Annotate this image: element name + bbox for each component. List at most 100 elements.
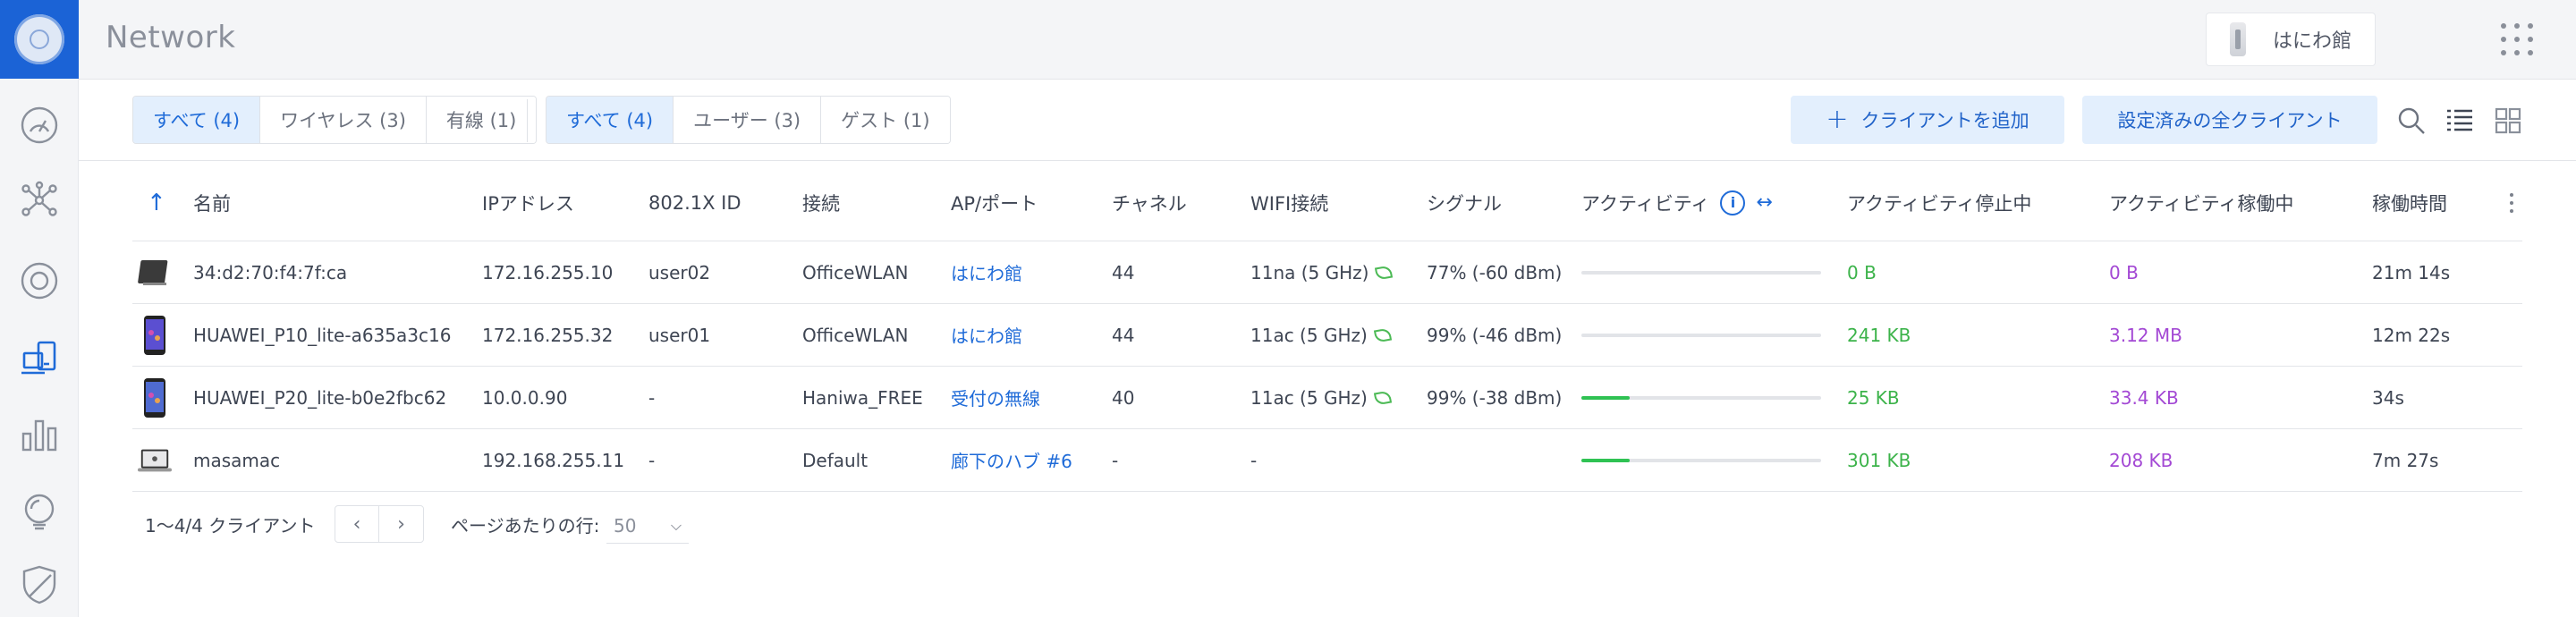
- column-options-icon[interactable]: [2510, 161, 2513, 241]
- column-header-ap-port[interactable]: AP/ポート: [951, 161, 1038, 241]
- client-channel: 44: [1112, 261, 1135, 283]
- dashboard-icon[interactable]: [16, 102, 63, 148]
- client-ip: 172.16.255.32: [482, 324, 614, 346]
- client-uptime: 12m 22s: [2372, 324, 2451, 346]
- column-header-network[interactable]: 接続: [802, 161, 840, 241]
- apps-grid-icon[interactable]: [2501, 23, 2533, 55]
- activity-up-value: 208 KB: [2109, 449, 2174, 471]
- column-header-channel[interactable]: チャネル: [1112, 161, 1187, 241]
- column-header-activity[interactable]: アクティビティ i ↔: [1581, 161, 1773, 241]
- client-ip: 192.168.255.11: [482, 449, 625, 471]
- client-uptime: 7m 27s: [2372, 449, 2439, 471]
- client-ap-link[interactable]: はにわ館: [951, 241, 1022, 303]
- client-network: OfficeWLAN: [802, 324, 909, 346]
- leaf-icon: [1375, 265, 1394, 280]
- insights-icon[interactable]: [16, 488, 63, 535]
- sidebar: [0, 0, 79, 617]
- configured-clients-button[interactable]: 設定済みの全クライアント: [2082, 96, 2377, 144]
- column-header-activity-down[interactable]: アクティビティ停止中: [1847, 161, 2031, 241]
- app-logo[interactable]: [0, 0, 79, 79]
- info-icon[interactable]: i: [1720, 190, 1746, 216]
- add-client-button[interactable]: + クライアントを追加: [1791, 96, 2064, 144]
- client-8021x-id: -: [648, 386, 656, 409]
- leaf-icon: [1373, 390, 1392, 405]
- table-row[interactable]: HUAWEI_P20_lite-b0e2fbc62 10.0.0.90 - Ha…: [132, 367, 2522, 429]
- client-ip: 172.16.255.10: [482, 261, 614, 283]
- client-8021x-id: user01: [648, 324, 711, 346]
- client-name[interactable]: HUAWEI_P10_lite-a635a3c16: [193, 304, 451, 366]
- top-header: Network はにわ館: [79, 0, 2576, 80]
- devices-icon[interactable]: [16, 258, 63, 304]
- filter-wired[interactable]: 有線 (1): [426, 97, 537, 143]
- rows-per-page-label: ページあたりの行:: [451, 515, 600, 537]
- activity-down-value: 241 KB: [1847, 324, 1911, 346]
- column-header-uptime[interactable]: 稼働時間: [2372, 161, 2447, 241]
- search-icon[interactable]: [2397, 106, 2426, 135]
- client-name[interactable]: 34:d2:70:f4:7f:ca: [193, 241, 347, 303]
- client-network: Haniwa_FREE: [802, 386, 923, 409]
- client-wifi: 11ac (5 GHz): [1250, 367, 1392, 428]
- clients-table: ↑ 名前 IPアドレス 802.1X ID 接続 AP/ポート チャネル WIF…: [132, 161, 2522, 492]
- table-row[interactable]: HUAWEI_P10_lite-a635a3c16 172.16.255.32 …: [132, 304, 2522, 367]
- list-view-icon[interactable]: [2445, 106, 2474, 135]
- column-header-wifi[interactable]: WIFI接続: [1250, 161, 1328, 241]
- table-header-row: ↑ 名前 IPアドレス 802.1X ID 接続 AP/ポート チャネル WIF…: [132, 161, 2522, 241]
- clients-icon[interactable]: [16, 334, 63, 381]
- rows-per-page-value: 50: [614, 514, 637, 537]
- chevron-down-icon: ⌵: [670, 516, 682, 534]
- connection-filter: すべて (4) ワイヤレス (3) 有線 (1): [132, 96, 538, 144]
- client-channel: 40: [1112, 386, 1135, 409]
- client-name[interactable]: HUAWEI_P20_lite-b0e2fbc62: [193, 367, 446, 428]
- next-page-button[interactable]: ›: [379, 506, 423, 542]
- column-header-ip[interactable]: IPアドレス: [482, 161, 574, 241]
- wifi-label: 11ac (5 GHz): [1250, 386, 1368, 409]
- client-channel: 44: [1112, 324, 1135, 346]
- sort-arrow-icon[interactable]: ↑: [147, 161, 166, 241]
- site-selector[interactable]: はにわ館: [2206, 13, 2376, 66]
- filter-divider: [527, 99, 528, 142]
- filter-wireless[interactable]: ワイヤレス (3): [260, 97, 427, 143]
- site-name: はにわ館: [2273, 30, 2352, 53]
- client-ap-link[interactable]: 廊下のハブ #6: [951, 429, 1072, 491]
- column-header-signal[interactable]: シグナル: [1427, 161, 1502, 241]
- client-wifi: 11na (5 GHz): [1250, 241, 1394, 303]
- user-type-filter: すべて (4) ユーザー (3) ゲスト (1): [546, 96, 951, 144]
- client-network: Default: [802, 449, 869, 471]
- client-wifi: -: [1250, 449, 1258, 471]
- filter-all-connections[interactable]: すべて (4): [133, 97, 261, 143]
- client-network: OfficeWLAN: [802, 261, 909, 283]
- pagination: ‹ ›: [335, 505, 424, 543]
- statistics-icon[interactable]: [16, 411, 63, 458]
- column-header-8021x[interactable]: 802.1X ID: [648, 161, 741, 241]
- prev-page-button[interactable]: ‹: [335, 506, 380, 542]
- client-signal: 77% (-60 dBm): [1427, 261, 1563, 283]
- topology-icon[interactable]: [16, 177, 63, 224]
- column-header-name[interactable]: 名前: [193, 161, 231, 241]
- add-client-label: クライアントを追加: [1860, 110, 2029, 131]
- client-ip: 10.0.0.90: [482, 386, 568, 409]
- activity-bar: [1581, 367, 1821, 428]
- table-row[interactable]: masamac 192.168.255.11 - Default 廊下のハブ #…: [132, 429, 2522, 492]
- leaf-icon: [1373, 327, 1392, 342]
- tablet-icon: [138, 241, 172, 303]
- activity-up-value: 3.12 MB: [2109, 324, 2182, 346]
- table-row[interactable]: 34:d2:70:f4:7f:ca 172.16.255.10 user02 O…: [132, 241, 2522, 304]
- phone-icon: [138, 367, 172, 428]
- rows-per-page-select[interactable]: 50 ⌵: [606, 508, 689, 544]
- grid-view-icon[interactable]: [2494, 106, 2522, 135]
- column-header-activity-up[interactable]: アクティビティ稼働中: [2109, 161, 2293, 241]
- filter-all-users[interactable]: すべて (4): [547, 97, 674, 143]
- client-8021x-id: -: [648, 449, 656, 471]
- wifi-label: 11ac (5 GHz): [1250, 324, 1368, 346]
- filter-users[interactable]: ユーザー (3): [674, 97, 822, 143]
- client-ap-link[interactable]: はにわ館: [951, 304, 1022, 366]
- activity-down-value: 0 B: [1847, 261, 1877, 283]
- shield-icon[interactable]: [16, 562, 63, 608]
- client-uptime: 34s: [2372, 386, 2404, 409]
- client-ap-link[interactable]: 受付の無線: [951, 367, 1040, 428]
- client-name[interactable]: masamac: [193, 429, 280, 491]
- activity-down-value: 301 KB: [1847, 449, 1911, 471]
- logo-icon: [14, 14, 64, 64]
- filter-guests[interactable]: ゲスト (1): [821, 97, 950, 143]
- swap-arrows-icon[interactable]: ↔: [1756, 191, 1772, 214]
